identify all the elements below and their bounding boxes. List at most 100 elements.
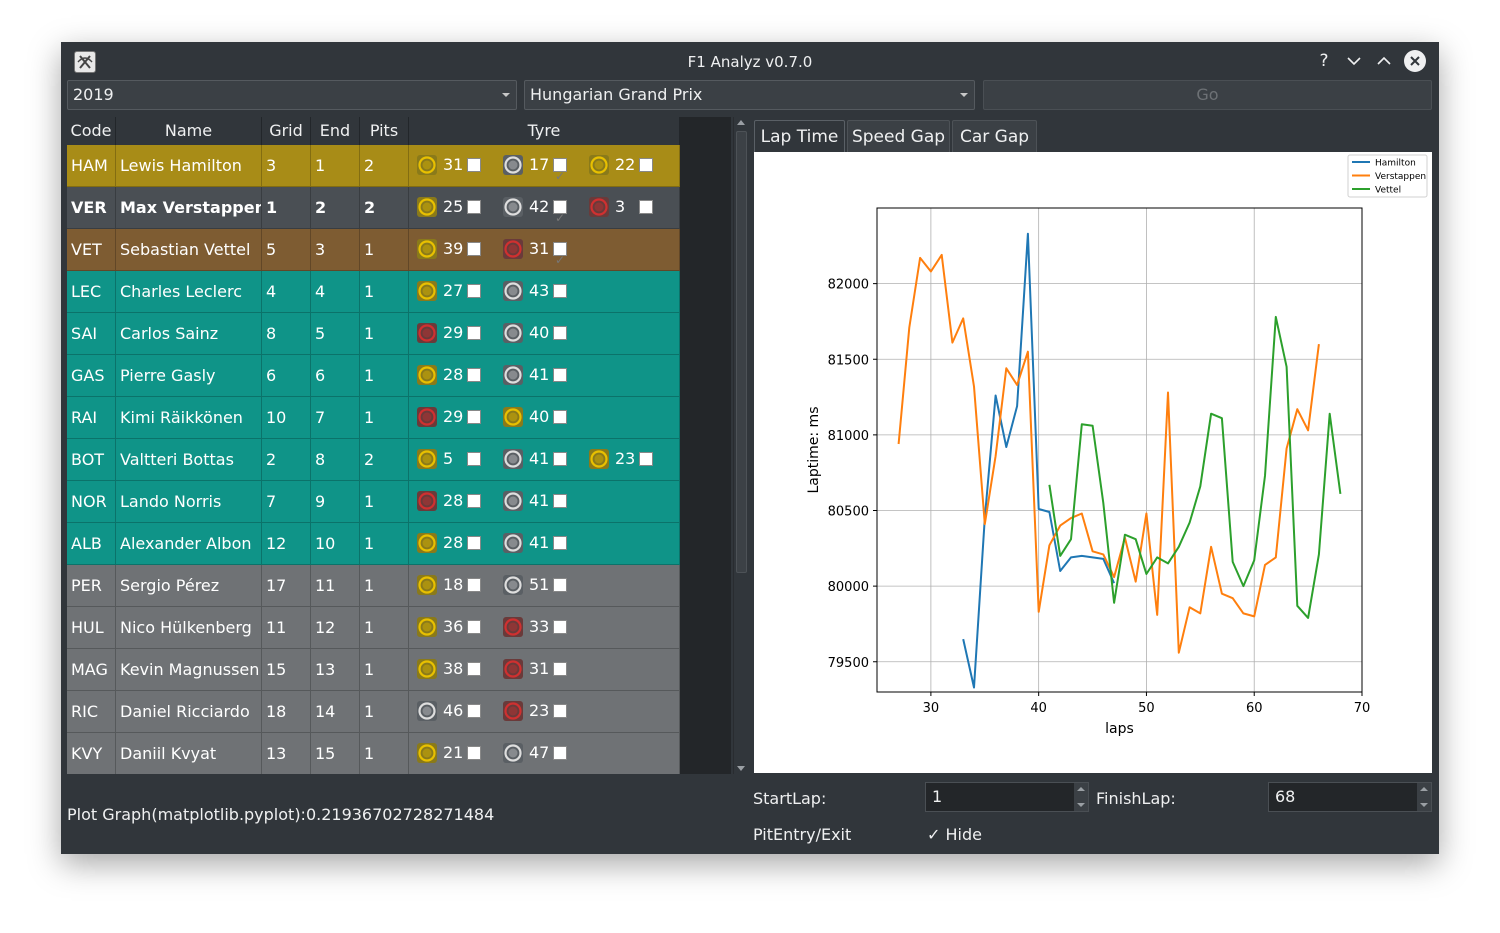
tyre-lap: 3 xyxy=(615,197,626,216)
pit-checkbox[interactable] xyxy=(553,746,567,760)
pit-checkbox[interactable] xyxy=(467,494,481,508)
cell-end: 15 xyxy=(311,733,360,774)
cell-grid: 8 xyxy=(262,313,311,355)
cell-end: 4 xyxy=(311,271,360,313)
pit-checkbox[interactable] xyxy=(553,536,567,550)
spin-up-icon[interactable] xyxy=(1077,787,1085,791)
finish-lap-spinbox[interactable]: 68 xyxy=(1268,782,1432,812)
scrollbar-thumb[interactable] xyxy=(736,131,747,573)
x-tick-label: 70 xyxy=(1354,701,1371,716)
spin-down-icon[interactable] xyxy=(1420,803,1428,807)
cell-code: PER xyxy=(67,565,116,607)
table-row[interactable]: PER Sergio Pérez 17 11 1 18 51 xyxy=(67,565,680,607)
table-row[interactable]: VET Sebastian Vettel 5 3 1 39 31 xyxy=(67,229,680,271)
table-row[interactable]: NOR Lando Norris 7 9 1 28 41 xyxy=(67,481,680,523)
table-row[interactable]: SAI Carlos Sainz 8 5 1 29 40 xyxy=(67,313,680,355)
pit-checkbox[interactable] xyxy=(553,704,567,718)
pit-checkbox[interactable] xyxy=(467,746,481,760)
pit-checkbox[interactable] xyxy=(553,452,567,466)
cell-grid: 13 xyxy=(262,733,311,774)
table-scrollbar[interactable] xyxy=(733,117,747,774)
race-select[interactable]: Hungarian Grand Prix xyxy=(524,80,975,110)
tyre-compound-icon xyxy=(417,659,437,679)
table-row[interactable]: KVY Daniil Kvyat 13 15 1 21 47 xyxy=(67,733,680,774)
pit-checkbox[interactable] xyxy=(467,158,481,172)
cell-tyre: 27 43 xyxy=(409,271,680,313)
pit-checkbox[interactable] xyxy=(639,452,653,466)
minimize-icon[interactable] xyxy=(1343,50,1365,72)
hide-checkbox[interactable]: ✓ Hide xyxy=(927,825,982,844)
col-pits-header[interactable]: Pits xyxy=(360,117,409,145)
plot-frame xyxy=(876,207,1363,693)
cell-end: 1 xyxy=(311,145,360,187)
spin-down-icon[interactable] xyxy=(1077,803,1085,807)
table-row[interactable]: ALB Alexander Albon 12 10 1 28 41 xyxy=(67,523,680,565)
pit-checkbox[interactable] xyxy=(467,368,481,382)
pit-checkbox[interactable] xyxy=(467,578,481,592)
pit-checkbox[interactable] xyxy=(467,410,481,424)
pit-checkbox[interactable] xyxy=(467,620,481,634)
pit-checkbox[interactable] xyxy=(553,662,567,676)
tab-car-gap[interactable]: Car Gap xyxy=(952,120,1037,152)
table-row[interactable]: VERMax Verstappen12225423 xyxy=(67,187,680,229)
lap-time-chart: 30 40 50 60 70 79500 80000 80500 81000 81500 82000… xyxy=(754,152,1432,773)
table-row[interactable]: HAMLewis Hamilton312311722 xyxy=(67,145,680,187)
title-bar[interactable]: F1 Analyz v0.7.0 ? xyxy=(61,42,1439,80)
table-row[interactable]: GAS Pierre Gasly 6 6 1 28 41 xyxy=(67,355,680,397)
pit-checkbox[interactable] xyxy=(553,197,567,228)
col-grid-header[interactable]: Grid xyxy=(262,117,311,145)
pit-checkbox[interactable] xyxy=(553,155,567,186)
table-row[interactable]: RAI Kimi Räikkönen 10 7 1 29 40 xyxy=(67,397,680,439)
pit-checkbox[interactable] xyxy=(467,242,481,256)
pit-checkbox[interactable] xyxy=(553,410,567,424)
tyre-compound-icon xyxy=(417,743,437,763)
pit-checkbox[interactable] xyxy=(553,368,567,382)
pit-checkbox[interactable] xyxy=(553,284,567,298)
spin-buttons[interactable] xyxy=(1074,783,1088,811)
tyre-compound-icon xyxy=(503,407,523,427)
help-icon[interactable]: ? xyxy=(1313,50,1335,72)
col-tyre-header[interactable]: Tyre xyxy=(409,117,680,145)
pit-checkbox[interactable] xyxy=(553,578,567,592)
pit-checkbox[interactable] xyxy=(639,158,653,172)
col-name-header[interactable]: Name xyxy=(116,117,262,145)
table-row[interactable]: RIC Daniel Ricciardo 18 14 1 46 23 xyxy=(67,691,680,733)
pit-checkbox[interactable] xyxy=(467,452,481,466)
close-icon[interactable] xyxy=(1404,50,1426,72)
pit-checkbox[interactable] xyxy=(467,536,481,550)
x-tick-label: 50 xyxy=(1138,701,1155,716)
spin-buttons[interactable] xyxy=(1417,783,1431,811)
driver-table[interactable]: Code Name Grid End Pits Tyre HAM Lewis Ha… xyxy=(67,117,731,774)
y-tick-label: 82000 xyxy=(828,278,869,293)
pit-checkbox[interactable] xyxy=(639,200,653,214)
spin-up-icon[interactable] xyxy=(1420,787,1428,791)
pit-checkbox[interactable] xyxy=(467,284,481,298)
pit-checkbox[interactable] xyxy=(553,494,567,508)
pit-checkbox[interactable] xyxy=(467,704,481,718)
table-row[interactable]: HUL Nico Hülkenberg 11 12 1 36 33 xyxy=(67,607,680,649)
pit-checkbox[interactable] xyxy=(553,620,567,634)
col-code-header[interactable]: Code xyxy=(67,117,116,145)
pit-checkbox[interactable] xyxy=(553,326,567,340)
tyre-lap: 43 xyxy=(529,281,550,300)
y-tick-label: 81500 xyxy=(828,353,869,368)
scroll-down-icon[interactable] xyxy=(737,766,745,771)
tab-lap-time[interactable]: Lap Time xyxy=(754,120,845,152)
cell-pits: 1 xyxy=(360,397,409,439)
pit-checkbox[interactable] xyxy=(467,200,481,214)
maximize-icon[interactable] xyxy=(1373,50,1395,72)
col-end-header[interactable]: End xyxy=(311,117,360,145)
table-row[interactable]: LEC Charles Leclerc 4 4 1 27 43 xyxy=(67,271,680,313)
year-select[interactable]: 2019 xyxy=(67,80,517,110)
scroll-up-icon[interactable] xyxy=(737,120,745,125)
pit-checkbox[interactable] xyxy=(467,662,481,676)
table-row[interactable]: MAG Kevin Magnussen 15 13 1 38 31 xyxy=(67,649,680,691)
tab-speed-gap[interactable]: Speed Gap xyxy=(847,120,950,152)
pit-checkbox[interactable] xyxy=(467,326,481,340)
cell-tyre: 18 51 xyxy=(409,565,680,607)
cell-tyre: 29 40 xyxy=(409,313,680,355)
table-row[interactable]: BOT Valtteri Bottas 2 8 2 5 41 23 xyxy=(67,439,680,481)
pit-checkbox[interactable] xyxy=(553,239,567,270)
start-lap-spinbox[interactable]: 1 xyxy=(925,782,1089,812)
go-button[interactable]: Go xyxy=(983,80,1432,110)
